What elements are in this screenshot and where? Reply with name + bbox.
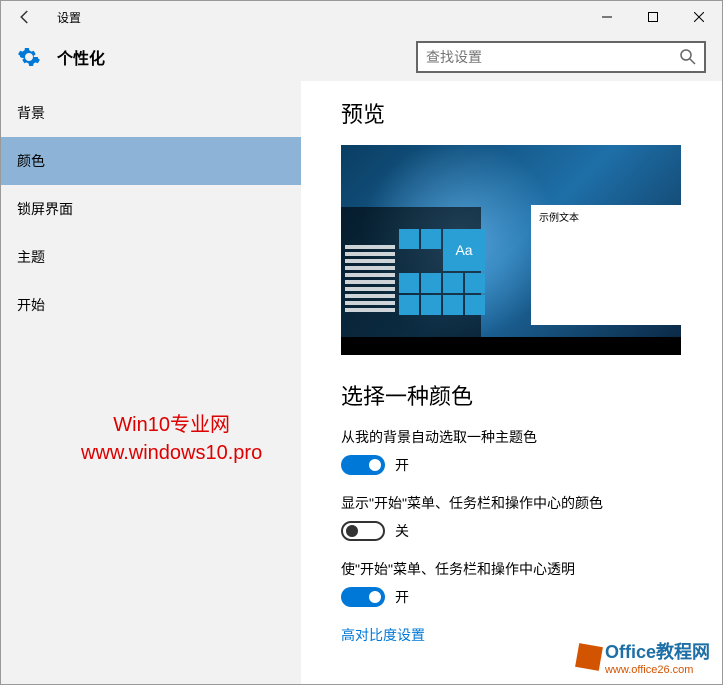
sidebar-item-lockscreen[interactable]: 锁屏界面 [1,185,301,233]
search-box[interactable] [416,41,706,73]
sidebar-item-start[interactable]: 开始 [1,281,301,329]
preview-image: Aa 示例文本 [341,145,681,355]
header: 个性化 [1,33,722,81]
watermark-win10pro: Win10专业网 www.windows10.pro [81,411,262,467]
sidebar-item-theme[interactable]: 主题 [1,233,301,281]
toggle-state: 关 [395,521,409,541]
page-title: 个性化 [57,45,105,69]
tiles-mock: Aa [399,229,485,315]
window-controls [584,1,722,33]
jump-list-mock [345,245,395,315]
close-button[interactable] [676,1,722,33]
sidebar-item-background[interactable]: 背景 [1,89,301,137]
maximize-icon [648,12,658,22]
sample-text-label: 示例文本 [531,205,681,221]
search-icon [680,49,696,65]
window-mock: 示例文本 [531,205,681,325]
preview-heading: 预览 [341,97,698,129]
window-title: 设置 [49,9,81,26]
toggle-state: 开 [395,455,409,475]
setting-show-color: 显示"开始"菜单、任务栏和操作中心的颜色 关 [341,493,698,541]
sidebar: 背景 颜色 锁屏界面 主题 开始 [1,81,301,684]
setting-label: 显示"开始"菜单、任务栏和操作中心的颜色 [341,493,698,513]
arrow-left-icon [16,8,34,26]
main-panel: 预览 Aa 示例文本 选择一种颜色 从我的背景自动选取 [301,81,722,684]
toggle-transparency[interactable] [341,587,385,607]
office-logo-icon [575,643,603,671]
start-menu-mock: Aa [341,207,481,337]
toggle-show-color[interactable] [341,521,385,541]
setting-label: 从我的背景自动选取一种主题色 [341,427,698,447]
color-heading: 选择一种颜色 [341,379,698,411]
watermark-office26: Office教程网 www.office26.com [577,638,710,676]
setting-auto-accent: 从我的背景自动选取一种主题色 开 [341,427,698,475]
content: 背景 颜色 锁屏界面 主题 开始 预览 Aa 示例文本 [1,81,722,684]
sample-tile: Aa [443,229,485,271]
toggle-state: 开 [395,587,409,607]
maximize-button[interactable] [630,1,676,33]
minimize-icon [602,12,612,22]
setting-transparency: 使"开始"菜单、任务栏和操作中心透明 开 [341,559,698,607]
close-icon [694,12,704,22]
search-input[interactable] [426,49,680,65]
taskbar-mock [341,337,681,355]
gear-icon [17,45,41,69]
minimize-button[interactable] [584,1,630,33]
toggle-auto-accent[interactable] [341,455,385,475]
back-button[interactable] [1,1,49,33]
setting-label: 使"开始"菜单、任务栏和操作中心透明 [341,559,698,579]
titlebar: 设置 [1,1,722,33]
sidebar-item-color[interactable]: 颜色 [1,137,301,185]
